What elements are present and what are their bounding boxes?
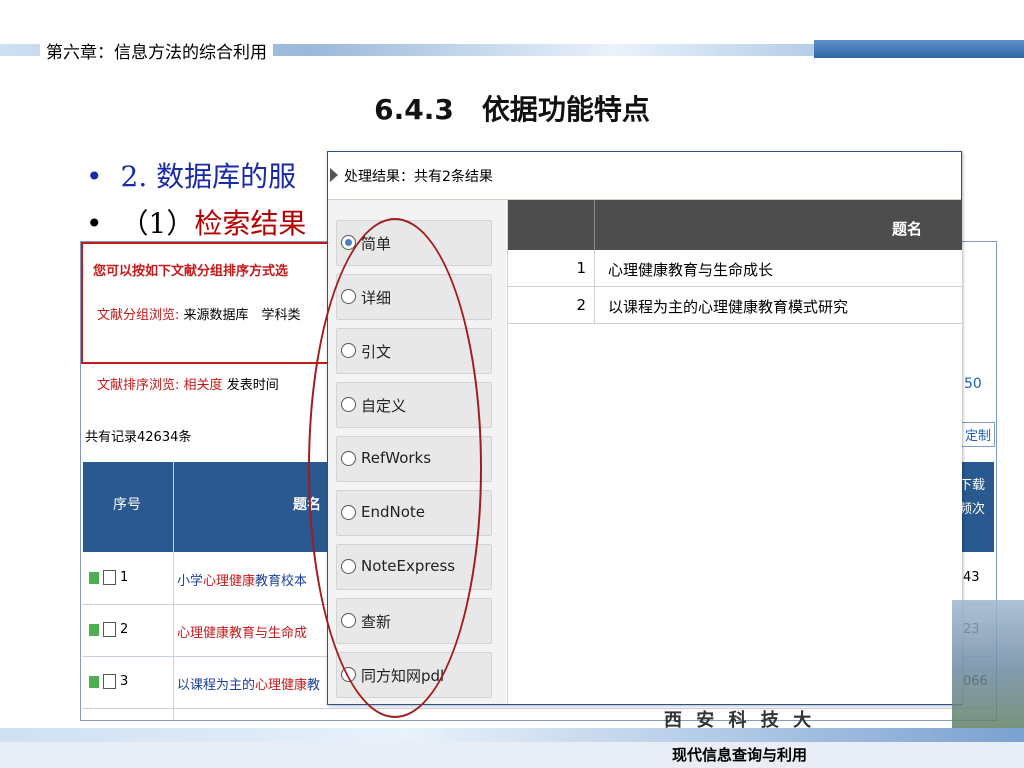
- title-part: 教育校本: [255, 574, 308, 589]
- group-items[interactable]: 来源数据库 学科类: [184, 308, 301, 323]
- column-divider: [594, 287, 595, 323]
- format-option-endnote[interactable]: EndNote: [336, 490, 492, 536]
- title-part: 以课程为主的: [177, 678, 256, 693]
- option-label: 查新: [361, 613, 392, 631]
- bottom-decoration-band: [0, 728, 1024, 742]
- column-divider: [594, 250, 595, 286]
- radio-icon[interactable]: [341, 289, 356, 304]
- slide-heading: 6.4.3 依据功能特点: [374, 93, 650, 126]
- row-title-link[interactable]: 小学心理健康教育校本: [177, 570, 307, 589]
- result-list: 题名 1 心理健康教育与生命成长 2 以课程为主的心理健康教育模式研究: [507, 200, 962, 704]
- format-option-noteexpress[interactable]: NoteExpress: [336, 544, 492, 590]
- title-part: 小学: [177, 574, 204, 589]
- custom-button[interactable]: 定制: [961, 422, 996, 447]
- bullet-dot-icon: •: [86, 207, 103, 240]
- header-no: 序号: [113, 497, 141, 513]
- format-option-custom[interactable]: 自定义: [336, 382, 492, 428]
- chapter-title: 第六章：信息方法的综合利用: [40, 38, 273, 63]
- footer-bar: [0, 742, 1024, 768]
- bullet-2-text: 检索结果: [194, 207, 307, 240]
- bullet-1: • 2. 数据库的服: [86, 155, 296, 195]
- radio-icon[interactable]: [341, 451, 356, 466]
- option-label: 详细: [361, 289, 392, 307]
- format-option-refworks[interactable]: RefWorks: [336, 436, 492, 482]
- download-icon[interactable]: [89, 623, 99, 636]
- row-number: 3: [120, 674, 129, 689]
- column-divider: [594, 200, 595, 250]
- row-number: 1: [120, 570, 129, 585]
- radio-icon[interactable]: [341, 559, 356, 574]
- radio-icon[interactable]: [341, 667, 356, 682]
- radio-selected-icon[interactable]: [341, 235, 356, 250]
- header-title: 题名: [293, 497, 321, 513]
- option-label: 引文: [361, 343, 392, 361]
- footer-text: 现代信息查询与利用: [672, 746, 808, 764]
- result-title: 以课程为主的心理健康教育模式研究: [608, 298, 849, 316]
- record-count: 共有记录42634条: [85, 430, 192, 445]
- format-option-cnki-pdl[interactable]: 同方知网pdl: [336, 652, 492, 698]
- row-no: 1: [89, 570, 128, 585]
- title-highlight: 心理健康: [255, 678, 308, 693]
- option-label: 简单: [361, 235, 392, 253]
- title-highlight: 心理健康: [177, 626, 230, 641]
- format-option-detail[interactable]: 详细: [336, 274, 492, 320]
- title-highlight: 心理健康: [203, 574, 256, 589]
- download-icon[interactable]: [89, 571, 99, 584]
- option-label: 同方知网pdl: [361, 667, 445, 685]
- header-downloads: 下载频次: [959, 478, 986, 517]
- group-hint: 您可以按如下文献分组排序方式选: [93, 264, 289, 279]
- result-number: 1: [576, 259, 586, 277]
- group-browse: 文献分组浏览: 来源数据库 学科类: [97, 304, 301, 323]
- bullet-2: • （1）检索结果: [86, 202, 306, 242]
- row-number: 2: [120, 622, 129, 637]
- sort-browse: 文献排序浏览: 相关度 发表时间: [97, 374, 279, 393]
- row-title-link[interactable]: 以课程为主的心理健康教: [177, 674, 320, 693]
- row-title-link[interactable]: 心理健康教育与生命成: [177, 622, 307, 641]
- chevron-right-icon: [330, 168, 338, 182]
- radio-icon[interactable]: [341, 397, 356, 412]
- row-no: 3: [89, 674, 128, 689]
- option-label: NoteExpress: [361, 557, 456, 575]
- option-label: EndNote: [361, 503, 426, 521]
- popup-titlebar: 处理结果：共有2条结果: [328, 152, 961, 200]
- option-label: 自定义: [361, 397, 407, 415]
- column-title: 题名: [891, 220, 922, 238]
- bullet-dot-icon: •: [86, 160, 103, 193]
- result-row: 2 以课程为主的心理健康教育模式研究: [508, 287, 962, 324]
- checkbox[interactable]: [103, 622, 116, 637]
- export-result-popup: 处理结果：共有2条结果 简单 详细 引文 自定义 RefWorks EndNot…: [327, 151, 962, 705]
- bullet-2-prefix: （1）: [120, 207, 195, 240]
- format-options-panel: 简单 详细 引文 自定义 RefWorks EndNote NoteExpres…: [328, 200, 506, 704]
- popup-title: 处理结果：共有2条结果: [344, 169, 493, 185]
- sort-date-link[interactable]: 发表时间: [227, 378, 279, 393]
- column-divider: [173, 462, 174, 720]
- title-part: 教育与生命成: [229, 626, 308, 641]
- row-downloads: 43: [963, 570, 980, 585]
- result-number: 2: [576, 296, 586, 314]
- university-logo: 西 安 科 技 大 学: [664, 710, 816, 757]
- format-option-citation[interactable]: 引文: [336, 328, 492, 374]
- result-header: 题名: [508, 200, 962, 250]
- title-part: 教: [307, 678, 321, 693]
- radio-icon[interactable]: [341, 505, 356, 520]
- result-row: 1 心理健康教育与生命成长: [508, 250, 962, 287]
- option-label: RefWorks: [361, 449, 432, 467]
- radio-icon[interactable]: [341, 343, 356, 358]
- sort-relevance-link[interactable]: 相关度: [184, 378, 223, 393]
- sort-label: 文献排序浏览:: [97, 378, 180, 393]
- checkbox[interactable]: [103, 570, 116, 585]
- checkbox[interactable]: [103, 674, 116, 689]
- download-icon[interactable]: [89, 675, 99, 688]
- result-title: 心理健康教育与生命成长: [608, 261, 774, 279]
- right-decoration-band: [814, 40, 1024, 58]
- format-option-novelty[interactable]: 查新: [336, 598, 492, 644]
- bullet-1-text: 2. 数据库的服: [120, 160, 297, 193]
- format-option-simple[interactable]: 简单: [336, 220, 492, 266]
- group-label: 文献分组浏览:: [97, 308, 180, 323]
- radio-icon[interactable]: [341, 613, 356, 628]
- row-no: 2: [89, 622, 128, 637]
